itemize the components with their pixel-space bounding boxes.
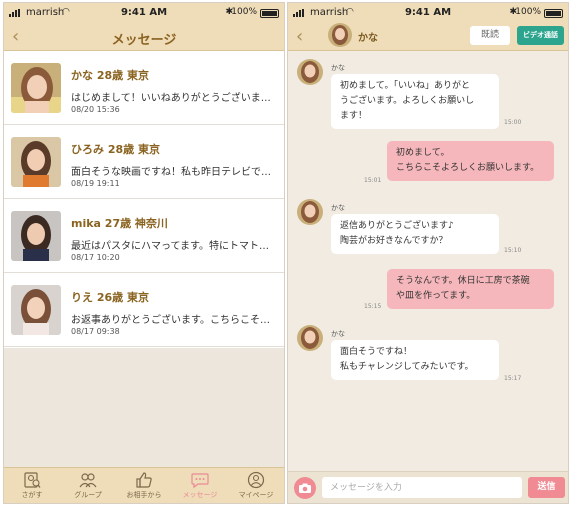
message-line: や皿を作ってます。 <box>396 291 476 301</box>
tab-mypage[interactable]: マイページ <box>228 468 284 503</box>
tab-label: メッセージ <box>182 491 218 499</box>
conversation-preview: お返事ありがとうございます。こちらこそよろしくお願いします <box>71 315 273 326</box>
tab-label: マイページ <box>238 491 274 499</box>
conversation-date: 08/17 10:20 <box>71 253 120 262</box>
battery-icon <box>544 9 563 18</box>
status-bar: marrish ◠ 9:41 AM ✱ 100% <box>4 3 284 23</box>
outgoing-message-bubble: そうなんです。休日に工房で茶碗 や皿を作ってます。 <box>387 269 554 309</box>
conversation-name: かな 28歳 東京 <box>71 69 149 82</box>
search-profile-icon <box>24 472 41 488</box>
send-button[interactable]: 送信 <box>528 477 565 498</box>
status-bar: marrish ◠ 9:41 AM ✱ 100% <box>288 3 568 23</box>
battery-percent: 100% <box>231 7 257 17</box>
tab-messages[interactable]: メッセージ <box>172 468 228 503</box>
conversation-date: 08/17 09:38 <box>71 327 120 336</box>
conversation-row[interactable]: ひろみ 28歳 東京 面白そうな映画ですね！私も昨日テレビで見ました 08/19… <box>4 125 284 199</box>
message-input[interactable] <box>322 477 522 498</box>
person-icon <box>247 471 265 489</box>
message-line: 面白そうですね！ <box>340 347 413 357</box>
tab-label: お相手から <box>126 491 162 499</box>
avatar <box>297 59 323 85</box>
message-time: 15:00 <box>504 119 522 126</box>
tab-label: さがす <box>21 491 43 499</box>
message-line: 初めまして。 <box>396 148 450 158</box>
avatar <box>297 199 323 225</box>
avatar <box>11 285 61 335</box>
tab-group[interactable]: グループ <box>60 468 116 503</box>
conversation-list: かな 28歳 東京 はじめまして！いいねありがとうございます！よろしくお願いしま… <box>4 51 284 348</box>
message-sender: かな <box>331 204 345 212</box>
message-sender: かな <box>331 64 345 72</box>
message-line: 初めまして。「いいね」ありがと <box>340 81 470 91</box>
message-line: そうなんです。休日に工房で茶碗 <box>396 276 530 286</box>
conversation-name: ひろみ 28歳 東京 <box>71 143 160 156</box>
partner-avatar[interactable] <box>328 23 352 47</box>
message-line: こちらこそよろしくお願いします。 <box>396 163 540 173</box>
camera-button[interactable] <box>294 477 316 499</box>
message-sender: かな <box>331 330 345 338</box>
tab-likes-received[interactable]: お相手から <box>116 468 172 503</box>
conversation-date: 08/19 19:11 <box>71 179 120 188</box>
message-time: 15:01 <box>364 177 382 184</box>
page-title: メッセージ <box>111 33 177 48</box>
tab-search[interactable]: さがす <box>4 468 60 503</box>
chat-screen: marrish ◠ 9:41 AM ✱ 100% ‹ かな 既読 ビデオ通話 か… <box>287 2 569 504</box>
message-line: 私もチャレンジしてみたいです。 <box>340 362 474 372</box>
conversation-row[interactable]: かな 28歳 東京 はじめまして！いいねありがとうございます！よろしくお願いしま… <box>4 51 284 125</box>
message-time: 15:15 <box>364 303 382 310</box>
tab-bar: さがす グループ お相手から メッセージ マイページ <box>4 467 284 503</box>
conversation-date: 08/20 15:36 <box>71 105 120 114</box>
conversation-row[interactable]: りえ 26歳 東京 お返事ありがとうございます。こちらこそよろしくお願いします … <box>4 273 284 347</box>
avatar <box>11 137 61 187</box>
camera-icon <box>299 483 311 493</box>
conversation-preview: 面白そうな映画ですね！私も昨日テレビで見ました <box>71 167 273 178</box>
conversation-name: りえ 26歳 東京 <box>71 291 149 304</box>
back-chevron-icon[interactable]: ‹ <box>296 26 303 47</box>
avatar <box>11 63 61 113</box>
outgoing-message-bubble: 初めまして。 こちらこそよろしくお願いします。 <box>387 141 554 181</box>
conversation-name: mika 27歳 神奈川 <box>71 217 168 230</box>
messages-screen: marrish ◠ 9:41 AM ✱ 100% ‹ メッセージ かな 28歳 … <box>3 2 285 504</box>
message-line: うございます。よろしくお願いし <box>340 96 475 106</box>
conversation-row[interactable]: mika 27歳 神奈川 最近はパスタにハマってます。特にトマトソースが好き 0… <box>4 199 284 273</box>
avatar <box>297 325 323 351</box>
read-status-button[interactable]: 既読 <box>470 26 510 45</box>
speech-bubble-icon <box>191 473 209 489</box>
tab-label: グループ <box>74 491 102 499</box>
thumbs-up-icon <box>136 472 152 488</box>
message-line: 返信ありがとうございます♪ <box>340 221 454 231</box>
incoming-message-bubble: 返信ありがとうございます♪ 陶芸がお好きなんですか？ <box>331 214 499 254</box>
battery-icon <box>260 9 279 18</box>
avatar <box>11 211 61 261</box>
conversation-preview: はじめまして！いいねありがとうございます！よろしくお願いします <box>71 93 273 104</box>
incoming-message-bubble: 面白そうですね！ 私もチャレンジしてみたいです。 <box>331 340 499 380</box>
message-line: ます！ <box>340 111 368 121</box>
group-icon <box>79 473 97 488</box>
video-call-button[interactable]: ビデオ通話 <box>517 26 564 45</box>
message-time: 15:17 <box>504 375 522 382</box>
message-line: 陶芸がお好きなんですか？ <box>340 236 448 246</box>
message-time: 15:10 <box>504 247 522 254</box>
nav-bar: ‹ メッセージ <box>4 23 284 51</box>
conversation-preview: 最近はパスタにハマってます。特にトマトソースが好き <box>71 241 273 252</box>
message-input-bar: 送信 <box>288 471 568 503</box>
incoming-message-bubble: 初めまして。「いいね」ありがと うございます。よろしくお願いし ます！ <box>331 74 499 129</box>
partner-name: かな <box>358 33 378 44</box>
battery-percent: 100% <box>515 7 541 17</box>
